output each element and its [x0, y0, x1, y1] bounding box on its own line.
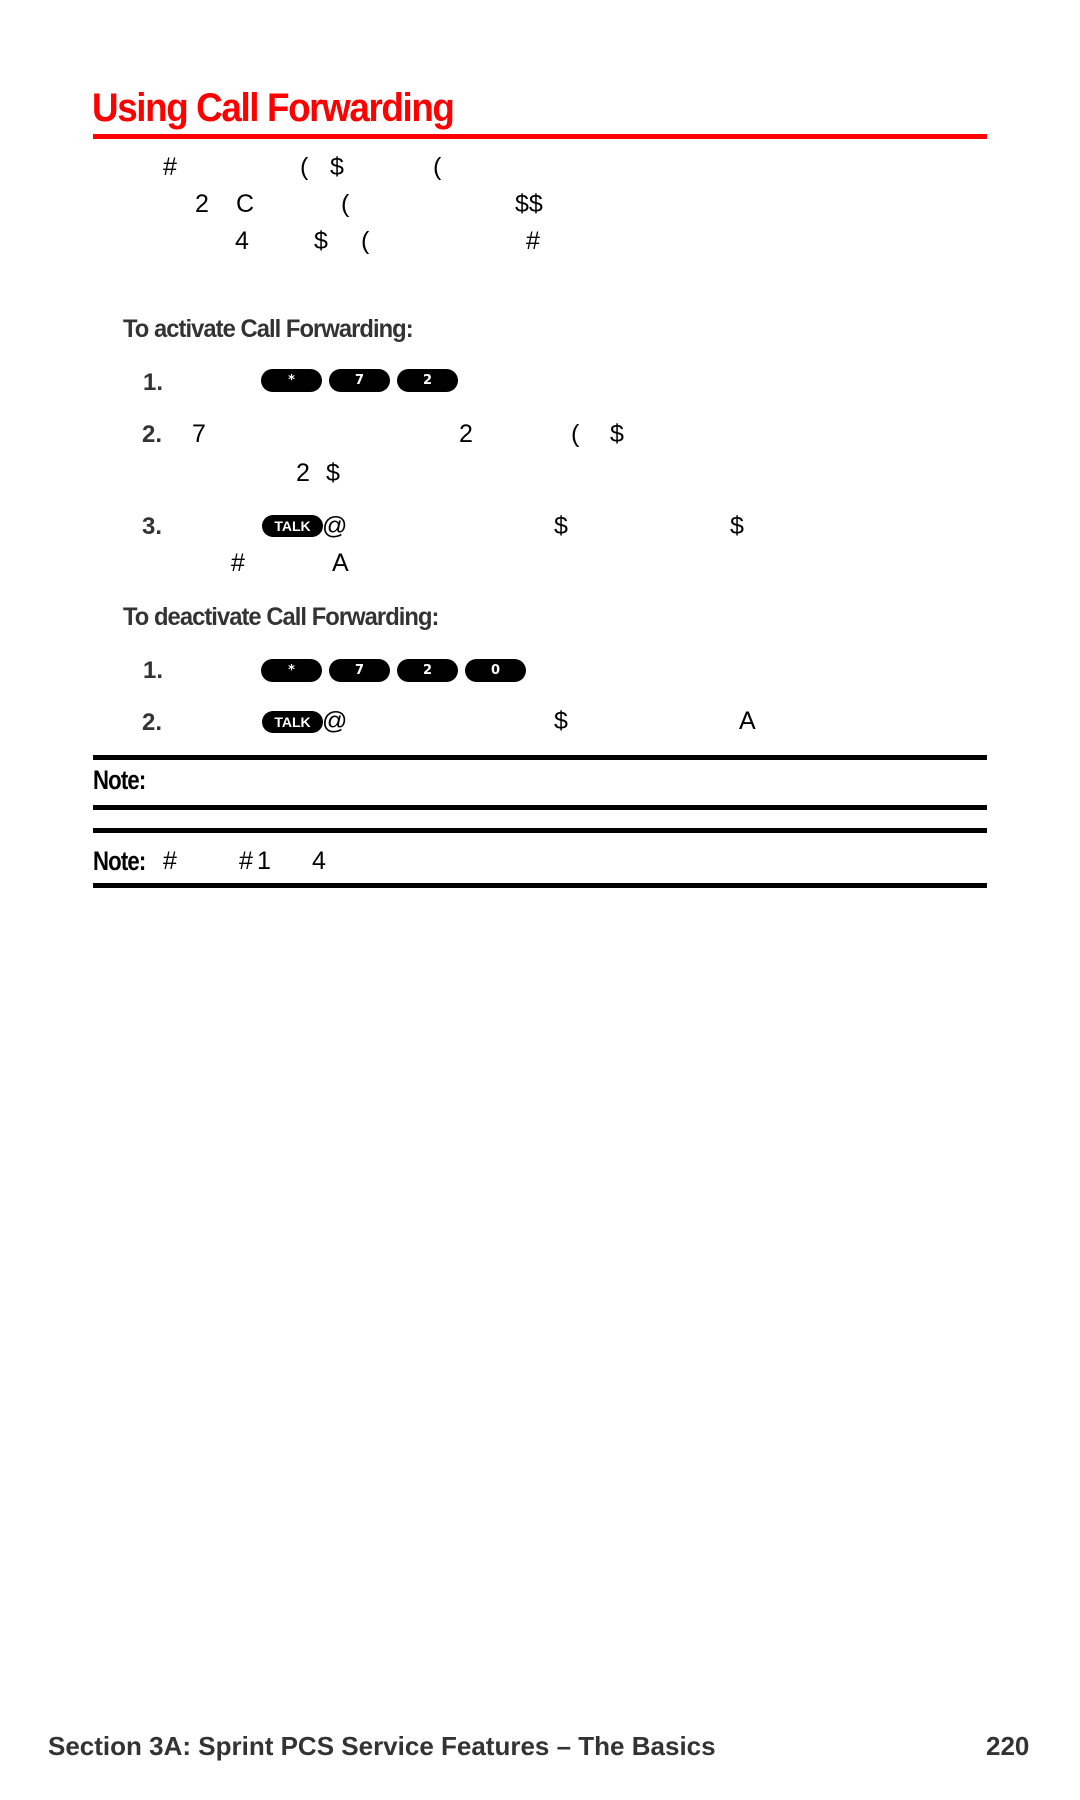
intro-glyph: $	[314, 227, 328, 255]
step-number: 1.	[143, 657, 164, 684]
step-glyph: #	[231, 549, 245, 577]
deactivate-heading: To deactivate Call Forwarding:	[123, 603, 439, 631]
step-glyph: @	[322, 512, 348, 540]
footer-section-title: Section 3A: Sprint PCS Service Features …	[48, 1731, 716, 1761]
step-number: 3.	[142, 513, 163, 540]
intro-glyph: (	[341, 190, 350, 218]
star-key-icon: *	[261, 659, 322, 682]
seven-key-icon: 7	[329, 659, 390, 682]
step-glyph: 2	[459, 420, 473, 448]
step-glyph: $	[730, 512, 744, 540]
title-underline-rule	[93, 134, 987, 139]
step-glyph: $	[554, 707, 568, 735]
activate-heading: To activate Call Forwarding:	[123, 315, 414, 343]
note-top-rule	[93, 755, 987, 760]
page-title: Using Call Forwarding	[92, 86, 455, 130]
step-glyph: @	[322, 707, 348, 735]
zero-key-icon: 0	[465, 659, 526, 682]
intro-glyph: 4	[235, 227, 249, 255]
note-bottom-rule	[93, 805, 987, 810]
step-glyph: $	[554, 512, 568, 540]
note-top-rule	[93, 828, 987, 833]
intro-glyph: $$	[515, 190, 543, 218]
note-bottom-rule	[93, 883, 987, 888]
intro-glyph: #	[526, 227, 540, 255]
note-glyph: 1	[257, 847, 271, 875]
step-glyph: A	[739, 707, 756, 735]
step-number: 2.	[142, 709, 163, 736]
intro-glyph: 2	[195, 190, 209, 218]
star-key-icon: *	[261, 369, 322, 392]
step-glyph: A	[332, 549, 349, 577]
two-key-icon: 2	[397, 659, 458, 682]
intro-glyph: (	[300, 153, 309, 181]
two-key-icon: 2	[397, 369, 458, 392]
note-label: Note:	[93, 846, 146, 876]
step-glyph: $	[610, 420, 624, 448]
intro-glyph: (	[361, 227, 370, 255]
note-glyph: #	[239, 847, 253, 875]
talk-key-icon: TALK	[262, 711, 323, 733]
note-label: Note:	[93, 765, 146, 795]
intro-glyph: #	[163, 153, 177, 181]
intro-glyph: C	[236, 190, 255, 218]
note-glyph: 4	[312, 847, 326, 875]
step-number: 1.	[143, 369, 164, 396]
step-glyph: $	[326, 459, 340, 487]
page-number: 220	[986, 1731, 1030, 1761]
talk-key-icon: TALK	[262, 515, 323, 537]
intro-glyph: $	[330, 153, 344, 181]
note-glyph: #	[163, 847, 177, 875]
seven-key-icon: 7	[329, 369, 390, 392]
intro-glyph: (	[433, 153, 442, 181]
step-glyph: 7	[192, 420, 206, 448]
step-glyph: (	[571, 420, 580, 448]
step-glyph: 2	[296, 459, 310, 487]
step-number: 2.	[142, 421, 163, 448]
